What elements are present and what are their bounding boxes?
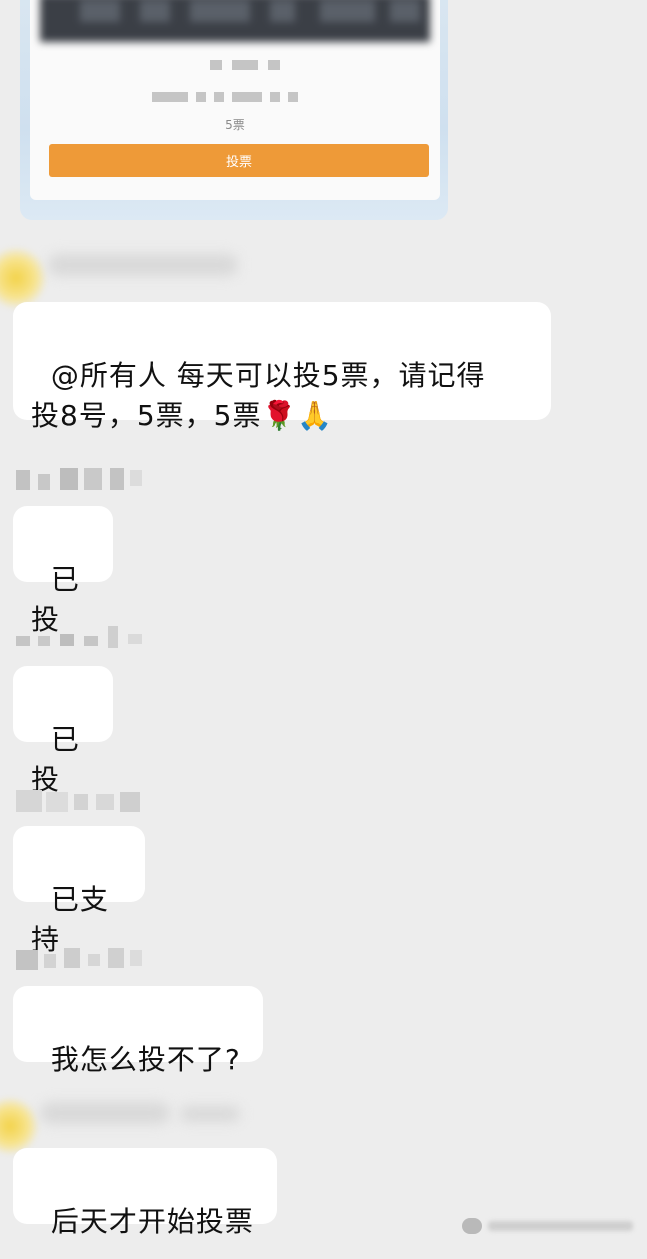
message-bubble[interactable]: 我怎么投不了? xyxy=(13,986,263,1076)
message-text: @所有人 每天可以投5票，请记得 投8号，5票，5票 xyxy=(31,359,486,432)
vote-button[interactable]: 投票 xyxy=(49,144,429,177)
rose-pray-emoji-icon: 🌹🙏 xyxy=(261,399,334,432)
vote-card-frame[interactable]: 5票 投票 xyxy=(20,0,448,220)
sender-name-redacted xyxy=(16,790,146,816)
message-text: 后天才开始投票 xyxy=(50,1205,254,1238)
watermark xyxy=(462,1218,633,1234)
vote-count: 5票 xyxy=(225,118,245,132)
message-bubble[interactable]: 已投 xyxy=(13,506,113,636)
sender-name-redacted xyxy=(48,254,238,276)
sender-name-redacted xyxy=(16,946,146,972)
candidate-image xyxy=(40,0,430,42)
vote-card[interactable]: 5票 投票 xyxy=(30,0,440,200)
message-text: 我怎么投不了? xyxy=(50,1043,241,1076)
avatar[interactable] xyxy=(0,1098,38,1154)
sender-name-redacted xyxy=(180,1106,240,1122)
sender-name-redacted xyxy=(40,1102,170,1124)
message-text: 已投 xyxy=(31,723,80,796)
avatar[interactable] xyxy=(0,248,46,308)
message-bubble[interactable]: 已支持 xyxy=(13,826,145,956)
wechat-watermark-icon xyxy=(462,1218,482,1234)
message-bubble[interactable]: @所有人 每天可以投5票，请记得 投8号，5票，5票🌹🙏 xyxy=(13,302,551,432)
sender-name-redacted xyxy=(16,466,146,492)
watermark-text-redacted xyxy=(488,1221,633,1231)
message-bubble[interactable]: 后天才开始投票 xyxy=(13,1148,277,1238)
candidate-name-redacted xyxy=(210,60,280,70)
candidate-info-redacted xyxy=(152,92,298,102)
message-bubble[interactable]: 已投 xyxy=(13,666,113,796)
sender-name-redacted xyxy=(16,626,146,652)
